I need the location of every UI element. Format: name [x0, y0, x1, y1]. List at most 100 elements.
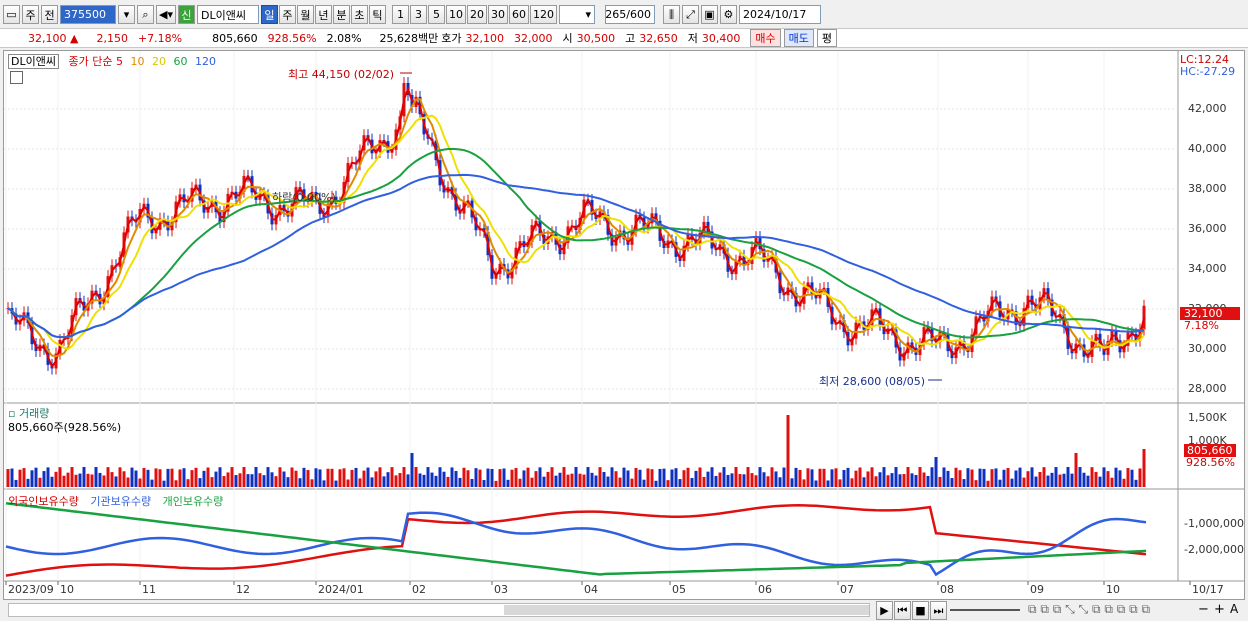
volume-bar: [410, 453, 414, 487]
volume-bar: [538, 467, 542, 487]
gear-icon[interactable]: ⚙: [719, 5, 737, 24]
interval-1[interactable]: 1: [391, 5, 409, 24]
prev-button[interactable]: 전: [41, 5, 58, 24]
volume-bar: [1074, 453, 1078, 487]
interval-120[interactable]: 120: [529, 5, 557, 24]
scroll-thumb[interactable]: [504, 605, 869, 615]
volume-bar: [1010, 478, 1014, 487]
search-icon[interactable]: ⌕: [137, 5, 154, 24]
volume-bar: [838, 479, 842, 487]
interval-30[interactable]: 30: [487, 5, 508, 24]
period-tab-tick[interactable]: 틱: [368, 5, 386, 24]
volume-bar: [814, 480, 818, 487]
stock-name-field[interactable]: DL이앤씨: [196, 5, 259, 24]
buy-button[interactable]: 매수: [750, 29, 781, 47]
type-select[interactable]: 주: [22, 5, 39, 24]
interval-20[interactable]: 20: [466, 5, 487, 24]
zoom-slider[interactable]: [950, 609, 1020, 611]
forward-icon[interactable]: ⏭: [930, 601, 947, 620]
volume-bar: [938, 476, 942, 487]
volume-bar: [74, 474, 78, 487]
price-tick: 40,000: [1188, 142, 1227, 155]
count-input[interactable]: 265/600: [604, 5, 655, 24]
speaker-icon[interactable]: ◀▾: [156, 5, 176, 24]
period-tab-minute[interactable]: 분: [332, 5, 350, 24]
custom-interval-select[interactable]: ▾: [558, 5, 595, 24]
volume-bar: [566, 474, 570, 487]
window-icon[interactable]: ▭: [3, 5, 20, 24]
volume-bar: [470, 478, 474, 487]
save-icon[interactable]: ▣: [700, 5, 718, 24]
volume-bar: [218, 467, 222, 487]
chevron-down-icon[interactable]: ▾: [118, 5, 135, 24]
turnover-value: 2.08%: [326, 31, 362, 45]
price-tick: 30,000: [1188, 342, 1227, 355]
scrollbar[interactable]: [8, 603, 870, 617]
period-tab-year[interactable]: 년: [314, 5, 332, 24]
stop-icon[interactable]: ■: [912, 601, 929, 620]
volume-bar: [586, 467, 590, 487]
x-label: 02: [412, 583, 426, 596]
volume-bar: [1110, 477, 1114, 487]
volume-bar: [954, 467, 958, 487]
rewind-icon[interactable]: ⏮: [894, 601, 911, 620]
volume-bar: [854, 470, 858, 487]
volume-bar: [330, 468, 334, 487]
volume-bar: [426, 467, 430, 487]
grid-toggle-icon[interactable]: [10, 71, 23, 84]
volume-bar: [1130, 469, 1134, 487]
volume-bar: [862, 477, 866, 487]
volume-bar: [294, 470, 298, 487]
volume-bar: [1066, 467, 1070, 487]
date-input[interactable]: 2024/10/17: [738, 5, 821, 24]
volume-bar: [226, 472, 230, 487]
tool-icons[interactable]: ⧉ ⧉ ⧉ ⤡ ⤡ ⧉ ⧉ ⧉ ⧉ ⧉: [1028, 602, 1150, 617]
volume-bar: [486, 468, 490, 487]
sell-button[interactable]: 매도: [783, 29, 814, 47]
x-label: 2023/09: [8, 583, 54, 596]
period-tab-week[interactable]: 주: [278, 5, 296, 24]
x-label: 04: [584, 583, 598, 596]
volume-bar: [1090, 467, 1094, 487]
amount-value: 25,628백만: [379, 32, 439, 45]
period-tab-day[interactable]: 일: [260, 5, 278, 24]
volume-bar: [414, 467, 418, 487]
volume-bar: [546, 471, 550, 487]
volume-bar: [990, 469, 994, 487]
x-label: 07: [840, 583, 854, 596]
period-tab-month[interactable]: 월: [296, 5, 314, 24]
legend-institution: 기관보유수량: [90, 495, 152, 508]
volume-bar: [130, 467, 134, 487]
plus-icon[interactable]: +: [1214, 602, 1225, 617]
price-tick: 28,000: [1188, 382, 1227, 395]
eval-button[interactable]: 평: [816, 29, 838, 47]
interval-10[interactable]: 10: [445, 5, 466, 24]
volume-bar: [146, 469, 150, 487]
crosshair-icon[interactable]: ⤢: [681, 5, 699, 24]
interval-5[interactable]: 5: [427, 5, 445, 24]
market-badge: 신: [177, 5, 195, 24]
volume-bar: [914, 474, 918, 487]
interval-60[interactable]: 60: [508, 5, 529, 24]
candle-icon[interactable]: ⫼: [662, 5, 680, 24]
volume-bar: [866, 471, 870, 487]
volume-bar: [750, 473, 754, 487]
interval-3[interactable]: 3: [409, 5, 427, 24]
x-label: 05: [672, 583, 686, 596]
volume-bar: [802, 479, 806, 487]
chart-area[interactable]: DL이앤씨 종가 단순 5 10 20 60 120 LC:12.24 HC:-…: [3, 50, 1245, 600]
volume-bar: [18, 469, 22, 487]
volume-bar: [94, 467, 98, 487]
holders-legend: 외국인보유수량 기관보유수량 개인보유수량: [8, 493, 223, 509]
volume-bar: [1094, 471, 1098, 487]
volume-bar: [230, 467, 234, 487]
text-size-icon[interactable]: A: [1230, 602, 1238, 616]
period-tab-second[interactable]: 초: [350, 5, 368, 24]
stock-code-input[interactable]: 375500: [60, 5, 116, 24]
volume-bar: [978, 468, 982, 487]
minus-icon[interactable]: −: [1198, 602, 1209, 617]
volume-bar: [842, 469, 846, 487]
volume-bar: [662, 468, 666, 487]
volume-bar: [50, 476, 54, 487]
play-icon[interactable]: ▶: [876, 601, 893, 620]
